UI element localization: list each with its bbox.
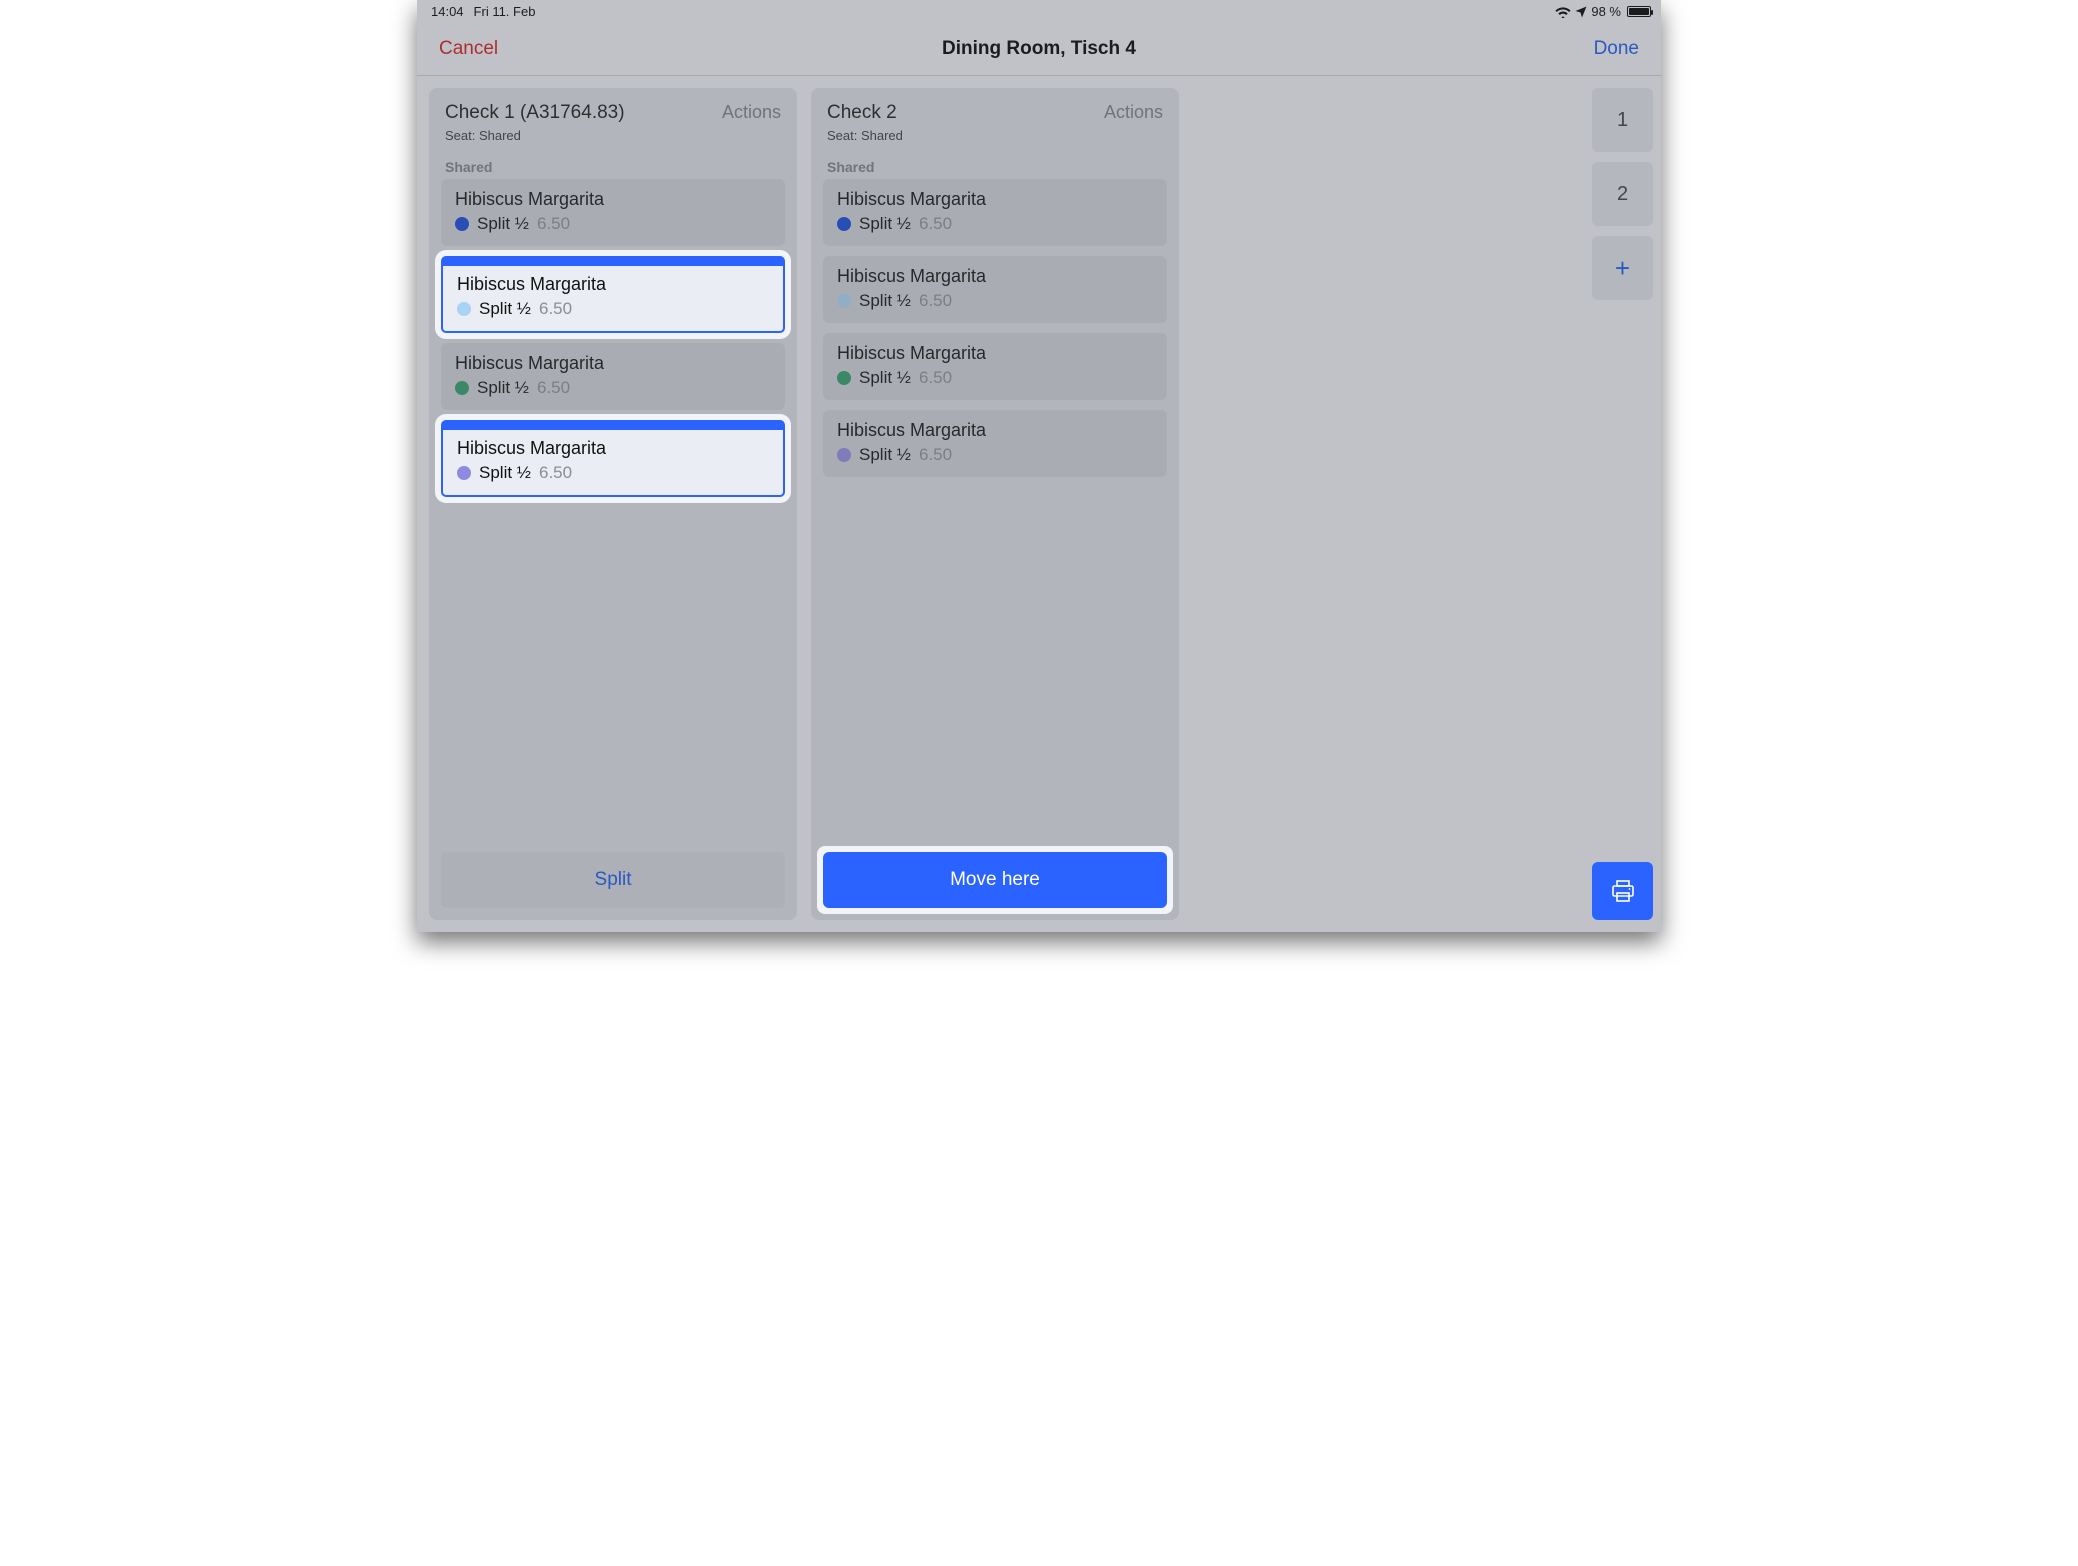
color-dot-icon xyxy=(455,381,469,395)
battery-icon xyxy=(1627,6,1651,17)
order-item[interactable]: Hibiscus Margarita Split ½ 6.50 xyxy=(441,420,785,497)
column-footer: Move here xyxy=(811,840,1179,920)
status-date: Fri 11. Feb xyxy=(474,4,536,19)
item-name: Hibiscus Margarita xyxy=(837,420,1153,441)
color-dot-icon xyxy=(455,217,469,231)
item-price: 6.50 xyxy=(919,291,952,311)
check-actions-button[interactable]: Actions xyxy=(1104,102,1163,123)
item-price: 6.50 xyxy=(537,378,570,398)
color-dot-icon xyxy=(837,371,851,385)
status-time: 14:04 xyxy=(431,4,464,19)
sidebar: 1 2 + xyxy=(1583,76,1661,932)
check-selector-1[interactable]: 1 xyxy=(1592,88,1653,152)
item-name: Hibiscus Margarita xyxy=(455,353,771,374)
item-split: Split ½ xyxy=(859,368,911,388)
screen: 14:04 Fri 11. Feb 98 % Cancel Dining Roo… xyxy=(417,0,1661,932)
checks-container: Check 1 (A31764.83) Seat: Shared Actions… xyxy=(417,76,1583,932)
item-name: Hibiscus Margarita xyxy=(457,274,769,295)
check-seat: Seat: Shared xyxy=(827,128,903,143)
section-label: Shared xyxy=(811,149,1179,179)
check-title: Check 2 xyxy=(827,102,903,124)
section-label: Shared xyxy=(429,149,797,179)
check-title: Check 1 (A31764.83) xyxy=(445,102,625,124)
check-column: Check 1 (A31764.83) Seat: Shared Actions… xyxy=(429,88,797,920)
item-split: Split ½ xyxy=(477,214,529,234)
order-item[interactable]: Hibiscus Margarita Split ½ 6.50 xyxy=(441,179,785,246)
check-column: Check 2 Seat: Shared Actions Shared Hibi… xyxy=(811,88,1179,920)
item-price: 6.50 xyxy=(919,368,952,388)
page-title: Dining Room, Tisch 4 xyxy=(417,38,1661,60)
color-dot-icon xyxy=(457,466,471,480)
color-dot-icon xyxy=(837,217,851,231)
move-here-button[interactable]: Move here xyxy=(823,852,1167,908)
item-price: 6.50 xyxy=(539,299,572,319)
color-dot-icon xyxy=(837,294,851,308)
check-header: Check 1 (A31764.83) Seat: Shared Actions xyxy=(429,88,797,149)
done-button[interactable]: Done xyxy=(1594,38,1639,60)
item-price: 6.50 xyxy=(537,214,570,234)
item-name: Hibiscus Margarita xyxy=(455,189,771,210)
order-item[interactable]: Hibiscus Margarita Split ½ 6.50 xyxy=(441,343,785,410)
column-footer: Split xyxy=(429,840,797,920)
order-item[interactable]: Hibiscus Margarita Split ½ 6.50 xyxy=(823,256,1167,323)
status-bar: 14:04 Fri 11. Feb 98 % xyxy=(417,0,1661,22)
item-name: Hibiscus Margarita xyxy=(837,266,1153,287)
check-seat: Seat: Shared xyxy=(445,128,625,143)
location-icon xyxy=(1575,6,1587,18)
order-item[interactable]: Hibiscus Margarita Split ½ 6.50 xyxy=(823,179,1167,246)
item-price: 6.50 xyxy=(539,463,572,483)
highlight-wrap: Move here xyxy=(817,846,1173,914)
print-button[interactable] xyxy=(1592,862,1653,920)
item-split: Split ½ xyxy=(859,214,911,234)
items-list: Hibiscus Margarita Split ½ 6.50 Hibiscus… xyxy=(811,179,1179,477)
item-name: Hibiscus Margarita xyxy=(837,189,1153,210)
cancel-button[interactable]: Cancel xyxy=(439,38,498,60)
check-actions-button[interactable]: Actions xyxy=(722,102,781,123)
item-split: Split ½ xyxy=(859,291,911,311)
item-price: 6.50 xyxy=(919,445,952,465)
battery-percent: 98 % xyxy=(1591,4,1621,19)
add-check-button[interactable]: + xyxy=(1592,236,1653,300)
item-split: Split ½ xyxy=(479,463,531,483)
item-name: Hibiscus Margarita xyxy=(837,343,1153,364)
item-split: Split ½ xyxy=(859,445,911,465)
item-split: Split ½ xyxy=(479,299,531,319)
item-split: Split ½ xyxy=(477,378,529,398)
items-list: Hibiscus Margarita Split ½ 6.50 Hibiscus… xyxy=(429,179,797,497)
check-selector-2[interactable]: 2 xyxy=(1592,162,1653,226)
split-button[interactable]: Split xyxy=(441,852,785,908)
nav-bar: Cancel Dining Room, Tisch 4 Done xyxy=(417,22,1661,76)
item-price: 6.50 xyxy=(919,214,952,234)
color-dot-icon xyxy=(457,302,471,316)
main-area: Check 1 (A31764.83) Seat: Shared Actions… xyxy=(417,76,1661,932)
printer-icon xyxy=(1611,880,1635,902)
order-item[interactable]: Hibiscus Margarita Split ½ 6.50 xyxy=(823,410,1167,477)
order-item[interactable]: Hibiscus Margarita Split ½ 6.50 xyxy=(823,333,1167,400)
color-dot-icon xyxy=(837,448,851,462)
wifi-icon xyxy=(1555,6,1571,18)
order-item[interactable]: Hibiscus Margarita Split ½ 6.50 xyxy=(441,256,785,333)
check-header: Check 2 Seat: Shared Actions xyxy=(811,88,1179,149)
item-name: Hibiscus Margarita xyxy=(457,438,769,459)
